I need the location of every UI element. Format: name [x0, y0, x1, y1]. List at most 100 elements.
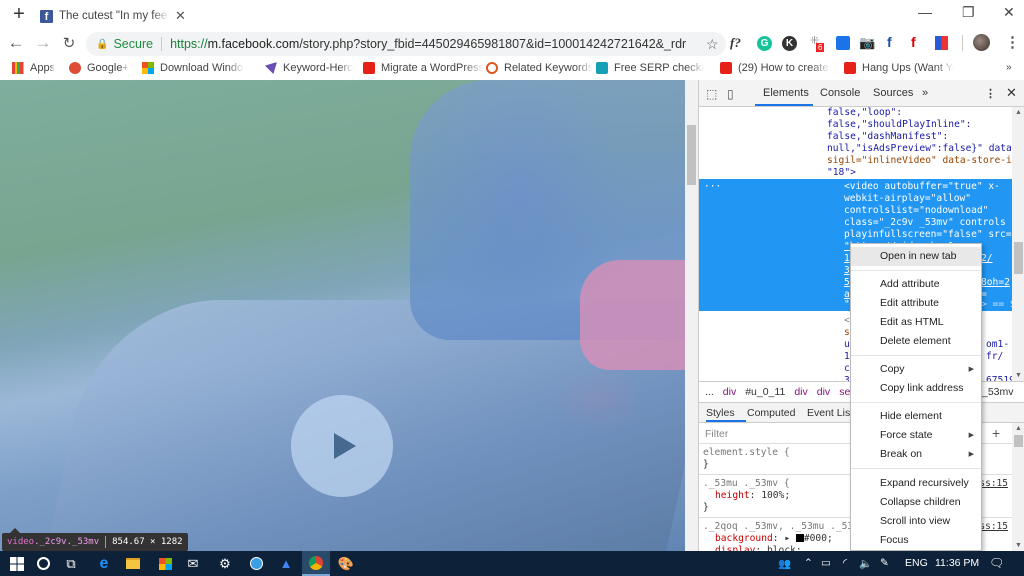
new-tab-button[interactable]: +	[10, 4, 28, 24]
action-center-icon[interactable]: 🗨	[989, 556, 1004, 570]
back-icon[interactable]: ←	[6, 33, 26, 53]
volume-icon[interactable]: 🔈	[859, 557, 872, 570]
dom-scrollbar[interactable]: ▲ ▼	[1012, 107, 1024, 381]
bookmarks-overflow-icon[interactable]: »	[1006, 62, 1012, 73]
rule-source-link[interactable]: ss:15	[979, 478, 1008, 490]
profile-avatar[interactable]	[973, 34, 990, 51]
bookmark-star-icon[interactable]: ☆	[706, 36, 719, 53]
task-view-icon[interactable]: ⧉	[57, 551, 85, 576]
breadcrumb-item[interactable]: #u_0_11	[745, 386, 785, 398]
scrollbar-thumb[interactable]	[687, 125, 696, 185]
tab-sources[interactable]: Sources	[873, 87, 913, 99]
font-detect-extension-icon[interactable]: f?	[730, 35, 741, 51]
scroll-up-icon[interactable]: ▲	[1015, 109, 1022, 116]
menu-item-scroll-into-view[interactable]: Scroll into view	[851, 512, 981, 531]
tab-elements[interactable]: Elements	[763, 87, 809, 99]
pen-icon[interactable]: ✎	[880, 557, 889, 569]
menu-item-copy[interactable]: Copy ▶	[851, 360, 981, 379]
close-tab-icon[interactable]: ✕	[175, 8, 186, 24]
menu-item-collapse-children[interactable]: Collapse children	[851, 493, 981, 512]
menu-kebab-icon[interactable]: ⋮	[1005, 33, 1020, 51]
scrollbar-thumb[interactable]	[1014, 242, 1023, 274]
dom-link[interactable]: 8oh=2	[981, 277, 1010, 289]
menu-item-add-attribute[interactable]: Add attribute	[851, 275, 981, 294]
breadcrumb-ellipsis[interactable]: ...	[705, 386, 714, 398]
breadcrumb-item[interactable]: div	[794, 386, 807, 398]
menu-item-break-on[interactable]: Break on ▶	[851, 445, 981, 464]
file-explorer-icon[interactable]	[119, 551, 147, 576]
show-hidden-icons-chevron[interactable]: ⌃	[804, 557, 813, 569]
lighthouse-extension-icon[interactable]	[935, 36, 948, 50]
share-extension-icon[interactable]	[836, 36, 850, 50]
bookmark-keyword-hero[interactable]: Keyword-Hero	[265, 62, 353, 74]
app-icon[interactable]	[242, 551, 270, 576]
reload-icon[interactable]: ↻	[59, 34, 79, 52]
breadcrumb-item[interactable]: div	[817, 386, 830, 398]
scroll-down-icon[interactable]: ▼	[1015, 542, 1022, 549]
menu-item-delete-element[interactable]: Delete element	[851, 332, 981, 351]
bookmark-apps[interactable]: Apps	[12, 62, 55, 74]
menu-item-edit-as-html[interactable]: Edit as HTML	[851, 313, 981, 332]
language-indicator[interactable]: ENG	[905, 557, 928, 569]
clock[interactable]: 11:36 PM	[935, 557, 979, 569]
dom-link[interactable]: 2/	[981, 253, 993, 265]
mail-icon[interactable]: ✉	[179, 551, 207, 576]
browser-tab[interactable]: f The cutest "In my feelings" ✕	[40, 6, 186, 26]
menu-item-open-in-new-tab[interactable]: Open in new tab	[851, 247, 981, 266]
video-poster[interactable]	[0, 80, 685, 551]
menu-item-edit-attribute[interactable]: Edit attribute	[851, 294, 981, 313]
people-icon[interactable]: 👥	[778, 557, 791, 570]
breadcrumb-item[interactable]: div	[723, 386, 736, 398]
breadcrumb-item[interactable]: _53mv	[982, 386, 1014, 398]
close-devtools-icon[interactable]: ✕	[1006, 85, 1017, 101]
scroll-up-icon[interactable]: ▲	[1015, 425, 1022, 432]
new-style-rule-icon[interactable]: +	[992, 425, 1000, 441]
page-scrollbar[interactable]	[685, 80, 698, 551]
menu-item-expand-recursively[interactable]: Expand recursively	[851, 474, 981, 493]
scroll-down-icon[interactable]: ▼	[1015, 372, 1022, 379]
dom-link[interactable]: 1	[844, 253, 850, 265]
close-window-icon[interactable]: ✕	[1003, 4, 1015, 21]
bookmark-hang-ups[interactable]: Hang Ups (Want You	[844, 62, 954, 74]
menu-item-focus[interactable]: Focus	[851, 531, 981, 550]
node-actions-ellipsis[interactable]: ···	[704, 181, 721, 193]
search-button[interactable]	[29, 551, 57, 576]
forward-icon[interactable]: →	[33, 33, 53, 53]
dom-link[interactable]: 3	[844, 265, 850, 277]
menu-item-copy-link-address[interactable]: Copy link address	[851, 379, 981, 398]
menu-item-force-state[interactable]: Force state ▶	[851, 426, 981, 445]
bookmark-serp-checker[interactable]: Free SERP checker -	[596, 62, 704, 74]
address-bar[interactable]: 🔒 Secure https://m.facebook.com/story.ph…	[86, 32, 726, 56]
paint-icon[interactable]: 🎨	[332, 551, 360, 576]
minimize-icon[interactable]: —	[918, 4, 932, 20]
bookmark-download-windows[interactable]: Download Windows	[142, 62, 244, 74]
bookmark-google-plus[interactable]: Google+	[69, 62, 129, 74]
bookmark-related-keywords[interactable]: Related Keywords	[486, 62, 593, 74]
tab-styles[interactable]: Styles	[706, 407, 735, 419]
start-button[interactable]	[3, 551, 31, 576]
store-icon[interactable]	[151, 551, 179, 576]
more-tabs-icon[interactable]: »	[922, 87, 928, 99]
facebook-extension-icon[interactable]: f	[887, 34, 892, 50]
styles-scrollbar[interactable]: ▲ ▼	[1012, 423, 1024, 551]
breadcrumb-item[interactable]: se	[839, 386, 850, 398]
seo-extension-icon[interactable]: ⁜ 6	[808, 34, 826, 52]
edge-icon[interactable]: e	[90, 551, 118, 576]
tab-computed[interactable]: Computed	[747, 407, 795, 419]
play-button[interactable]	[291, 395, 393, 497]
dom-link[interactable]: 5	[844, 277, 850, 289]
bookmark-how-to-create[interactable]: (29) How to create a	[720, 62, 830, 74]
devtools-menu-icon[interactable]: ⋮	[985, 87, 996, 100]
rule-source-link[interactable]: ss:15	[979, 521, 1008, 533]
bookmark-migrate-wordpress[interactable]: Migrate a WordPress	[363, 62, 484, 74]
google-ads-icon[interactable]: ▲	[272, 551, 300, 576]
scrollbar-thumb[interactable]	[1014, 435, 1023, 447]
grammarly-extension-icon[interactable]: G	[757, 36, 772, 51]
inspect-element-icon[interactable]: ⬚	[706, 87, 717, 101]
tab-console[interactable]: Console	[820, 87, 860, 99]
chrome-taskbar-icon[interactable]	[302, 551, 330, 576]
battery-icon[interactable]: ▭	[821, 557, 831, 569]
device-toolbar-icon[interactable]: ▯	[727, 87, 734, 101]
settings-icon[interactable]: ⚙	[211, 551, 239, 576]
menu-item-hide-element[interactable]: Hide element	[851, 407, 981, 426]
